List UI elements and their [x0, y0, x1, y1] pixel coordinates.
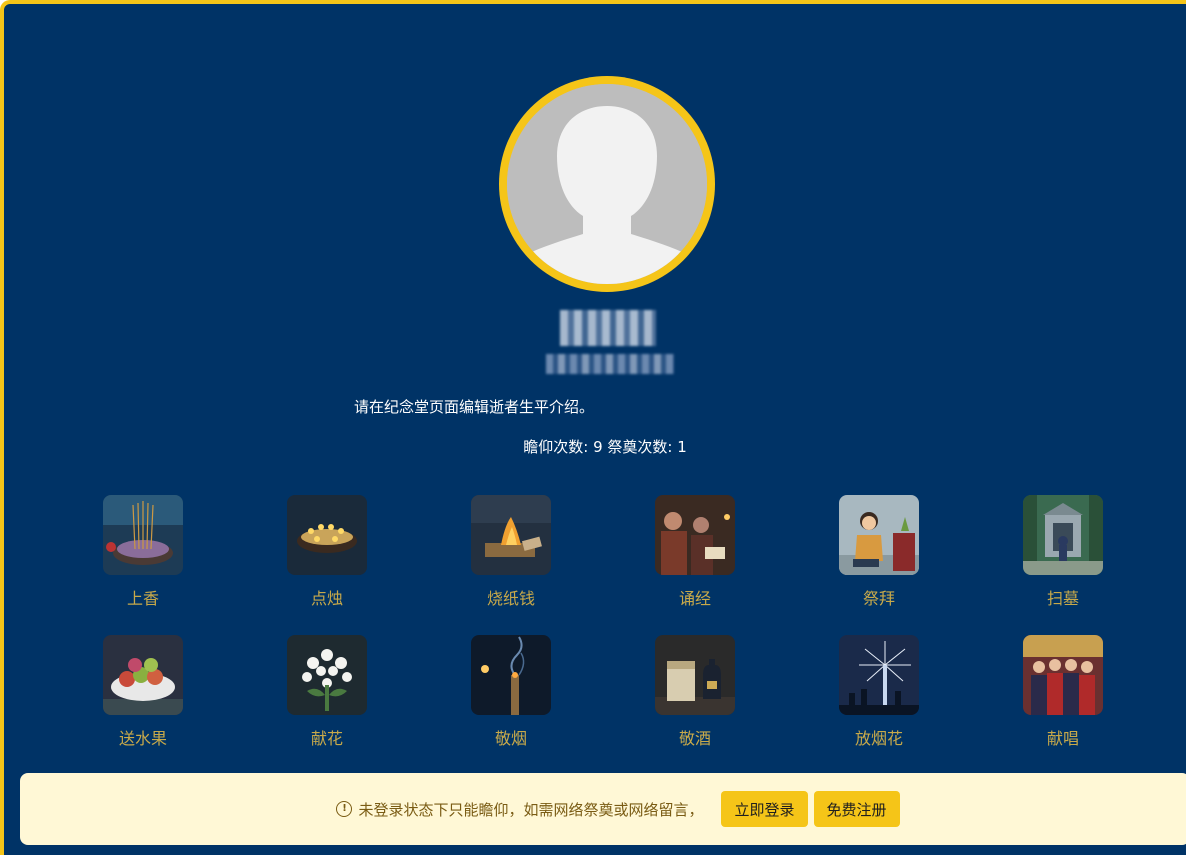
login-notice: ! 未登录状态下只能瞻仰，如需网络祭奠或网络留言， 立即登录 免费注册	[20, 773, 1186, 845]
memorial-panel: 请在纪念堂页面编辑逝者生平介绍。 瞻仰次数: 9 祭奠次数: 1 上香 点烛 烧…	[0, 0, 1186, 855]
liquor-icon	[655, 635, 735, 715]
info-icon: !	[336, 801, 353, 817]
login-button[interactable]: 立即登录	[721, 791, 808, 827]
visit-stats: 瞻仰次数: 9 祭奠次数: 1	[523, 438, 687, 456]
offering-liquor[interactable]: 敬酒	[635, 635, 755, 749]
offering-label: 献唱	[1046, 729, 1079, 748]
offering-label: 扫墓	[1046, 589, 1079, 608]
offering-paper-money[interactable]: 烧纸钱	[451, 495, 571, 609]
offering-label: 放烟花	[854, 729, 903, 748]
worship-icon	[839, 495, 919, 575]
offering-fireworks[interactable]: 放烟花	[819, 635, 939, 749]
offering-label: 献花	[310, 729, 343, 748]
cigarette-icon	[471, 635, 551, 715]
offering-label: 上香	[126, 589, 159, 608]
incense-icon	[103, 495, 183, 575]
offering-label: 祭拜	[862, 589, 895, 608]
offering-label: 敬烟	[494, 729, 527, 748]
register-button[interactable]: 免费注册	[813, 791, 900, 827]
offering-label: 诵经	[678, 589, 711, 608]
notice-text: 未登录状态下只能瞻仰，如需网络祭奠或网络留言，	[358, 800, 704, 819]
offering-tomb-sweeping[interactable]: 扫墓	[1003, 495, 1123, 609]
offering-singing[interactable]: 献唱	[1003, 635, 1123, 749]
person-silhouette-icon	[507, 84, 707, 284]
chanting-icon	[655, 495, 735, 575]
offering-label: 烧纸钱	[486, 589, 535, 608]
offering-worship[interactable]: 祭拜	[819, 495, 939, 609]
avatar	[507, 84, 707, 284]
flowers-icon	[287, 635, 367, 715]
offering-cigarette[interactable]: 敬烟	[451, 635, 571, 749]
fruit-icon	[103, 635, 183, 715]
singing-icon	[1023, 635, 1103, 715]
fireworks-icon	[839, 635, 919, 715]
offering-chanting[interactable]: 诵经	[635, 495, 755, 609]
offering-fruit[interactable]: 送水果	[83, 635, 203, 749]
offering-incense[interactable]: 上香	[83, 495, 203, 609]
tomb-sweeping-icon	[1023, 495, 1103, 575]
biography-text: 请在纪念堂页面编辑逝者生平介绍。	[354, 398, 595, 416]
deceased-name-redacted	[560, 310, 656, 346]
offering-label: 送水果	[118, 729, 167, 748]
offering-flowers[interactable]: 献花	[267, 635, 387, 749]
avatar-frame	[499, 76, 715, 292]
deceased-dates-redacted	[546, 354, 674, 374]
paper-money-icon	[471, 495, 551, 575]
candles-icon	[287, 495, 367, 575]
offering-candles[interactable]: 点烛	[267, 495, 387, 609]
offering-label: 点烛	[310, 589, 343, 608]
offering-label: 敬酒	[678, 729, 711, 748]
